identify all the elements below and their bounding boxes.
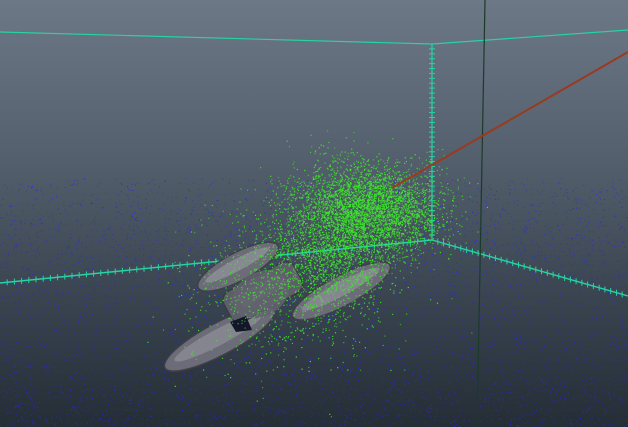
viewport-scene[interactable] [0,0,628,427]
particle-emitter-cloud[interactable] [147,130,488,418]
3d-viewport[interactable] [0,0,628,427]
bounding-grid [0,29,628,298]
grid-tick-marks [6,48,623,298]
direction-ray[interactable] [391,51,628,189]
grid-back-top-edge [0,31,433,45]
grid-right-top-edge [431,29,628,45]
